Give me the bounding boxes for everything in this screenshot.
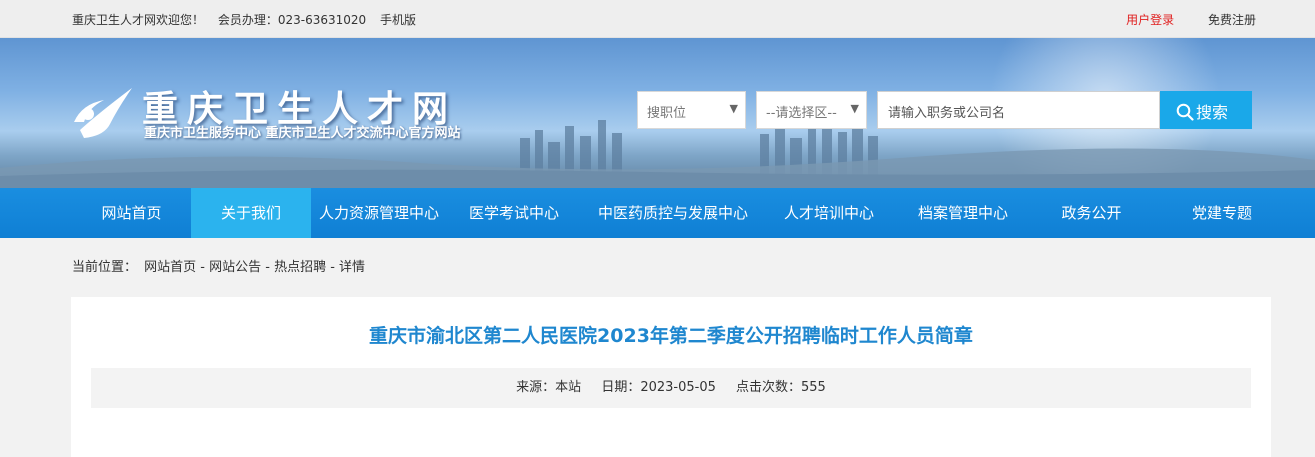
search-button-label: 搜索	[1196, 103, 1229, 122]
top-bar-info: 重庆卫生人才网欢迎您！ 会员办理：023-63631020 手机版	[72, 11, 426, 28]
keyword-input[interactable]: 请输入职务或公司名	[877, 91, 1160, 129]
region-select[interactable]: --请选择区-- ▼	[756, 91, 867, 129]
top-bar: 重庆卫生人才网欢迎您！ 会员办理：023-63631020 手机版 用户登录 免…	[0, 0, 1315, 38]
chevron-down-icon: ▼	[729, 102, 738, 115]
logo-emblem-icon	[74, 88, 132, 138]
nav-item-exam-center[interactable]: 医学考试中心	[447, 188, 581, 238]
main-nav: 网站首页 关于我们 人力资源管理中心 医学考试中心 中医药质控与发展中心 人才培…	[0, 188, 1315, 238]
search-button[interactable]: 搜索	[1160, 91, 1252, 129]
mobile-link[interactable]: 手机版	[380, 13, 416, 27]
welcome-text: 重庆卫生人才网欢迎您！	[72, 13, 205, 27]
nav-item-training-center[interactable]: 人才培训中心	[765, 188, 893, 238]
chevron-down-icon: ▼	[850, 102, 859, 115]
login-link[interactable]: 用户登录	[1126, 13, 1174, 27]
header-banner: 重庆卫生人才网 重庆市卫生服务中心 重庆市卫生人才交流中心官方网站 搜职位 ▼ …	[0, 38, 1315, 188]
nav-item-hr-center[interactable]: 人力资源管理中心	[311, 188, 447, 238]
article-title: 重庆市渝北区第二人民医院2023年第二季度公开招聘临时工作人员简章	[369, 325, 973, 347]
nav-item-gov-affairs[interactable]: 政务公开	[1033, 188, 1150, 238]
search-icon	[1176, 103, 1194, 121]
position-select[interactable]: 搜职位 ▼	[637, 91, 746, 129]
account-links: 用户登录 免费注册	[1126, 11, 1256, 28]
article-date: 日期：2023-05-05	[601, 380, 716, 395]
article-source: 来源：本站	[516, 380, 582, 395]
nav-item-party[interactable]: 党建专题	[1150, 188, 1294, 238]
breadcrumb-label: 当前位置：	[72, 260, 138, 275]
breadcrumb-path[interactable]: 网站首页 - 网站公告 - 热点招聘 - 详情	[144, 260, 365, 275]
nav-item-about[interactable]: 关于我们	[191, 188, 311, 238]
breadcrumb: 当前位置： 网站首页 - 网站公告 - 热点招聘 - 详情	[72, 256, 368, 275]
register-link[interactable]: 免费注册	[1208, 13, 1256, 27]
article-views: 点击次数：555	[736, 380, 826, 395]
article-card: 重庆市渝北区第二人民医院2023年第二季度公开招聘临时工作人员简章 来源：本站 …	[71, 297, 1271, 457]
nav-item-archive-center[interactable]: 档案管理中心	[893, 188, 1033, 238]
article-meta: 来源：本站 日期：2023-05-05 点击次数：555	[91, 368, 1251, 408]
nav-item-tcm-center[interactable]: 中医药质控与发展中心	[581, 188, 765, 238]
site-subtitle: 重庆市卫生服务中心 重庆市卫生人才交流中心官方网站	[144, 126, 461, 141]
nav-item-home[interactable]: 网站首页	[72, 188, 191, 238]
member-hotline: 会员办理：023-63631020	[217, 13, 367, 27]
site-logo[interactable]: 重庆卫生人才网 重庆市卫生服务中心 重庆市卫生人才交流中心官方网站	[70, 82, 530, 152]
position-select-value: 搜职位	[647, 106, 687, 121]
region-select-value: --请选择区--	[766, 106, 837, 121]
